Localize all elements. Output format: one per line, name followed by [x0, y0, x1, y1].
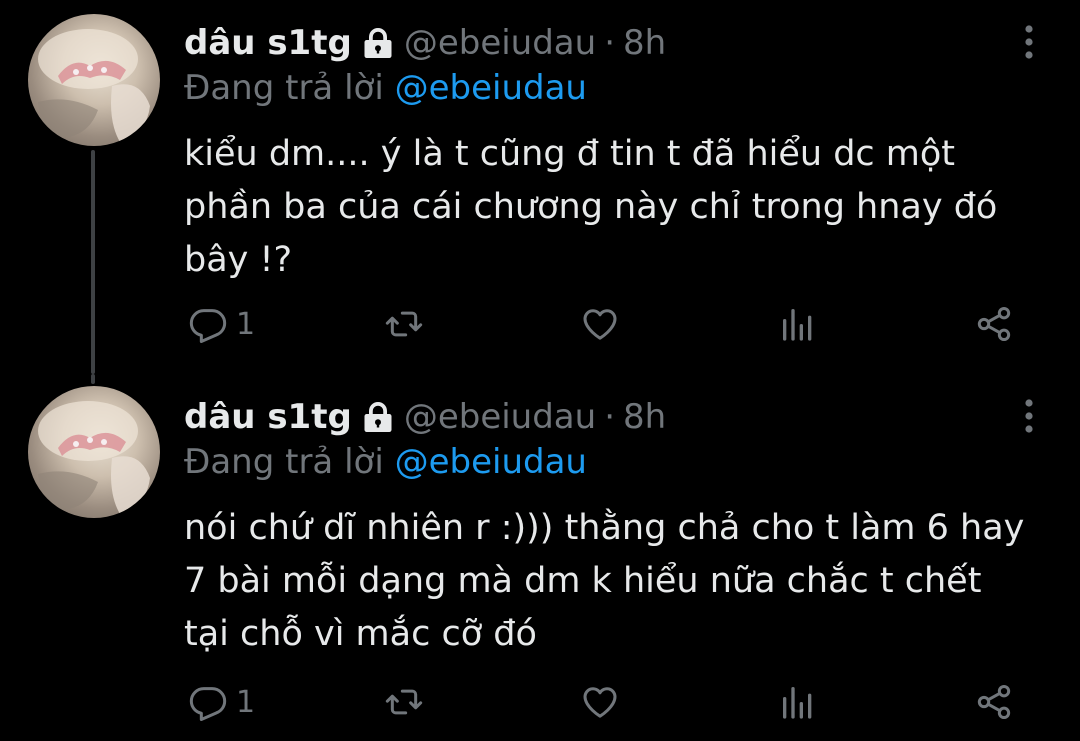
avatar-image [38, 29, 150, 142]
reply-button[interactable]: 1 [188, 302, 255, 346]
author-handle[interactable]: @ebeiudau [404, 397, 596, 437]
tweet-text: nói chứ dĩ nhiên r :))) thằng chả cho t … [184, 508, 1025, 654]
like-button[interactable] [580, 680, 620, 724]
retweet-button[interactable] [384, 680, 424, 724]
share-button[interactable] [974, 680, 1014, 724]
retweet-button[interactable] [384, 302, 424, 346]
tweet-header: dâu s1tg @ebeiudau · 8h [184, 396, 666, 438]
tweet-timestamp[interactable]: 8h [623, 397, 666, 437]
avatar-image [38, 401, 150, 514]
avatar[interactable] [28, 14, 160, 146]
lock-icon [364, 402, 392, 432]
views-button[interactable] [778, 680, 818, 724]
views-button[interactable] [778, 302, 818, 346]
tweet-actions: 1 [184, 680, 1034, 724]
reply-count: 1 [236, 306, 256, 342]
heart-icon [583, 687, 617, 718]
replying-to-line: Đang trả lời @ebeiudau [184, 68, 587, 108]
more-vertical-icon[interactable] [1022, 24, 1036, 60]
replying-to-line: Đang trả lời @ebeiudau [184, 442, 587, 482]
tweet-header: dâu s1tg @ebeiudau · 8h [184, 22, 666, 64]
tweet-actions: 1 [184, 302, 1034, 346]
share-icon [977, 685, 1011, 719]
avatar[interactable] [28, 386, 160, 518]
thread-connector-line [91, 150, 95, 374]
reply-icon [189, 687, 227, 721]
heart-icon [583, 309, 617, 340]
author-display-name[interactable]: dâu s1tg [184, 23, 352, 63]
separator-dot: · [604, 23, 616, 63]
more-vertical-icon[interactable] [1022, 398, 1036, 434]
tweet-text: kiểu dm.... ý là t cũng đ tin t đã hiểu … [184, 134, 998, 280]
reply-button[interactable]: 1 [188, 680, 255, 724]
retweet-icon [385, 689, 423, 715]
reply-count: 1 [236, 684, 256, 720]
views-icon [783, 687, 812, 719]
views-icon [783, 309, 812, 341]
tweet-timestamp[interactable]: 8h [623, 23, 666, 63]
timeline-feed: dâu s1tg @ebeiudau · 8h Đang trả lời @eb… [0, 0, 1080, 741]
retweet-icon [385, 311, 423, 337]
lock-icon [364, 28, 392, 58]
replying-to-mention[interactable]: @ebeiudau [395, 68, 587, 108]
replying-to-mention[interactable]: @ebeiudau [395, 442, 587, 482]
replying-to-label: Đang trả lời [184, 68, 384, 108]
author-handle[interactable]: @ebeiudau [404, 23, 596, 63]
replying-to-label: Đang trả lời [184, 442, 384, 482]
like-button[interactable] [580, 302, 620, 346]
author-display-name[interactable]: dâu s1tg [184, 397, 352, 437]
tweet[interactable]: dâu s1tg @ebeiudau · 8h Đang trả lời @eb… [0, 0, 1080, 374]
share-icon [977, 307, 1011, 341]
tweet[interactable]: dâu s1tg @ebeiudau · 8h Đang trả lời @eb… [0, 374, 1080, 741]
thread-connector-line [91, 374, 95, 384]
share-button[interactable] [974, 302, 1014, 346]
separator-dot: · [604, 397, 616, 437]
reply-icon [189, 309, 227, 343]
